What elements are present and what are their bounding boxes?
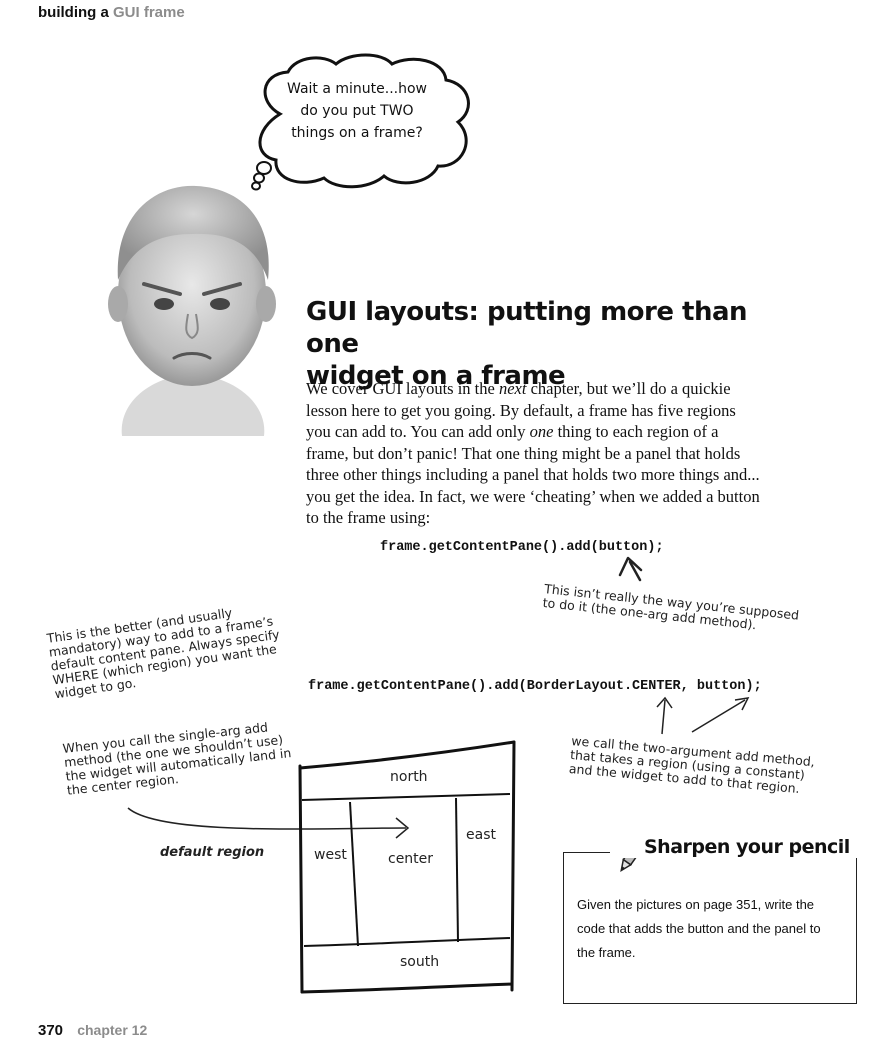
region-center: center — [388, 851, 434, 867]
label-default-region: default region — [160, 845, 265, 860]
region-east: east — [466, 827, 496, 843]
region-south: south — [400, 954, 440, 970]
region-north: north — [390, 769, 428, 785]
page-footer: 370 chapter 12 — [38, 1022, 147, 1039]
sharpen-body: Given the pictures on page 351, write th… — [577, 897, 821, 960]
page-number: 370 — [38, 1022, 64, 1039]
chapter-label: chapter 12 — [77, 1022, 148, 1038]
sharpen-title: Sharpen your pencil — [610, 836, 858, 858]
region-west: west — [314, 847, 347, 863]
